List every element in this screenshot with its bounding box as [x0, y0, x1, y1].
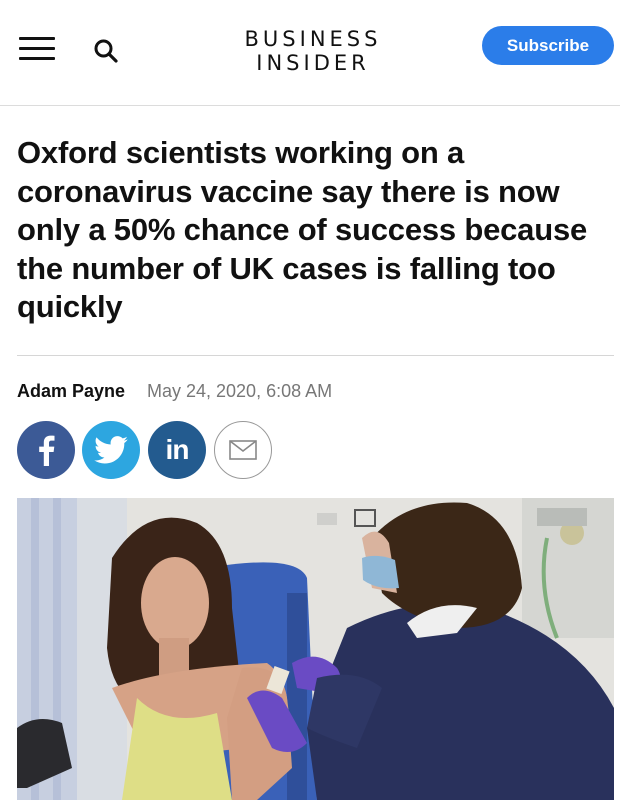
subscribe-button[interactable]: Subscribe — [482, 26, 614, 65]
author-name[interactable]: Adam Payne — [17, 381, 125, 402]
share-facebook-button[interactable] — [17, 421, 75, 479]
share-email-button[interactable] — [214, 421, 272, 479]
publish-date: May 24, 2020, 6:08 AM — [147, 381, 333, 401]
vaccine-trial-photo — [17, 498, 614, 800]
facebook-icon — [39, 435, 55, 466]
linkedin-icon: in — [165, 434, 190, 465]
twitter-icon — [94, 436, 128, 464]
share-twitter-button[interactable] — [82, 421, 140, 479]
share-linkedin-button[interactable]: in — [148, 421, 206, 479]
business-insider-logo[interactable]: BUSINESS INSIDER — [230, 27, 396, 75]
hamburger-menu-icon[interactable] — [19, 37, 55, 61]
search-icon[interactable] — [92, 37, 120, 65]
headline-divider — [17, 355, 614, 356]
article-headline: Oxford scientists working on a coronavir… — [17, 135, 588, 324]
site-header: BUSINESS INSIDER Subscribe — [0, 0, 620, 106]
article-hero-image — [17, 498, 614, 800]
email-icon — [229, 440, 257, 460]
logo-line-1: BUSINESS — [244, 27, 382, 51]
logo-line-2: INSIDER — [256, 51, 370, 75]
